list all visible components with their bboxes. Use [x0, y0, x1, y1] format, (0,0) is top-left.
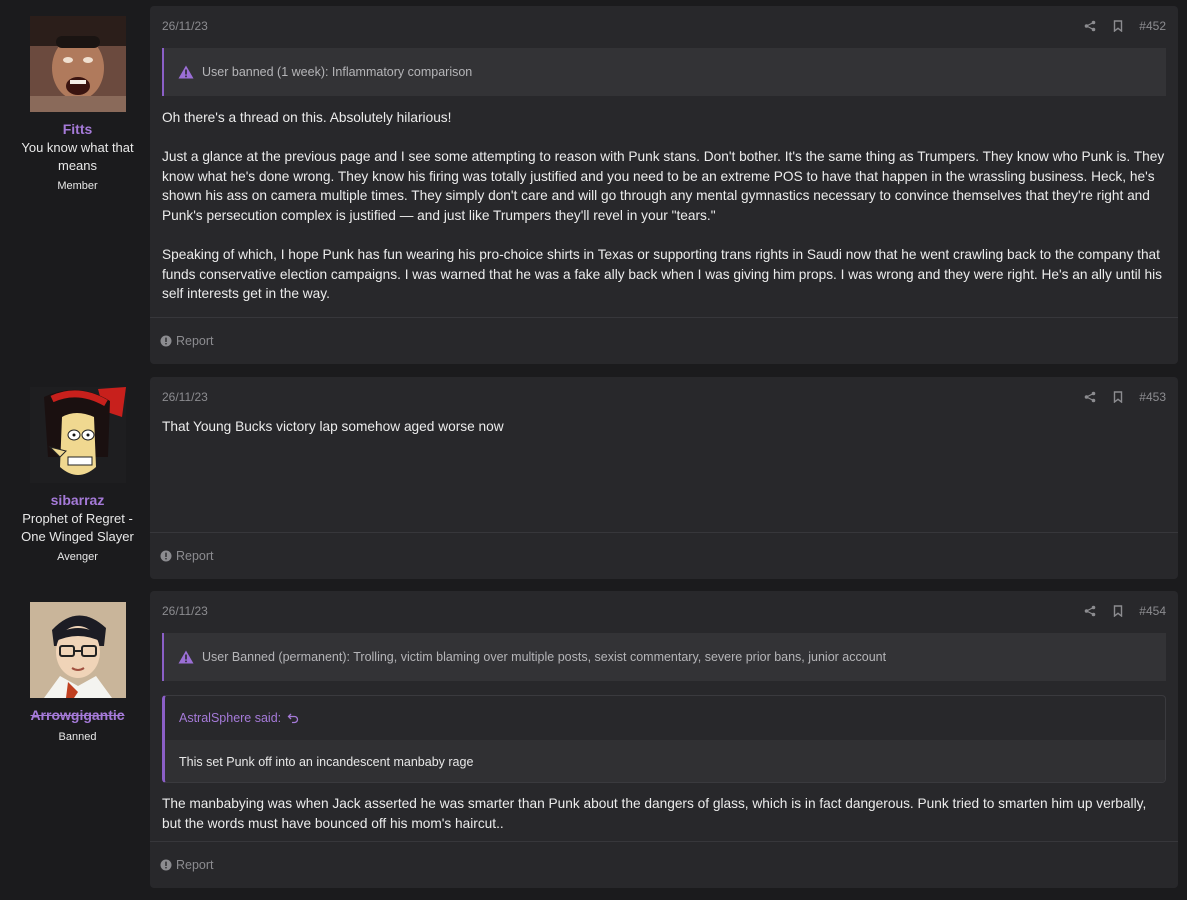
message-paragraph: Oh there's a thread on this. Absolutely …	[162, 110, 452, 125]
report-label: Report	[176, 334, 214, 348]
user-title: You know what that means	[21, 140, 134, 173]
post-date[interactable]: 26/11/23	[162, 390, 208, 404]
report-icon	[160, 335, 172, 347]
message-card: 26/11/23 #454 User Banned (permanent): T…	[150, 591, 1178, 888]
username[interactable]: Arrowgigantic	[0, 707, 155, 723]
bookmark-icon[interactable]	[1111, 390, 1125, 404]
message-paragraph: Just a glance at the previous page and I…	[162, 149, 1165, 223]
post-date[interactable]: 26/11/23	[162, 19, 208, 33]
ban-notice: User banned (1 week): Inflammatory compa…	[162, 48, 1166, 96]
message-body: That Young Bucks victory lap somehow age…	[162, 417, 1166, 437]
report-link[interactable]: Report	[160, 858, 214, 872]
user-role: Member	[57, 180, 98, 192]
message-card: 26/11/23 #453 That Young Bucks victory l…	[150, 377, 1178, 579]
post-453: sibarraz Prophet of Regret - One Winged …	[0, 371, 1187, 585]
message-body: Oh there's a thread on this. Absolutely …	[162, 108, 1166, 304]
message-body: The manbabying was when Jack asserted he…	[162, 794, 1166, 833]
user-title: Prophet of Regret - One Winged Slayer	[21, 511, 134, 544]
ban-notice: User Banned (permanent): Trolling, victi…	[162, 633, 1166, 681]
username[interactable]: sibarraz	[0, 492, 155, 508]
post-actions: #454	[1083, 604, 1166, 618]
post-number[interactable]: #453	[1139, 390, 1166, 404]
avatar-fitts[interactable]	[30, 16, 126, 112]
share-icon[interactable]	[1083, 604, 1097, 618]
share-icon[interactable]	[1083, 19, 1097, 33]
footer-divider	[150, 317, 1178, 318]
report-link[interactable]: Report	[160, 334, 214, 348]
post-454: Arrowgigantic Banned 26/11/23 #454 User …	[0, 586, 1187, 900]
message-paragraph: Speaking of which, I hope Punk has fun w…	[162, 247, 1163, 302]
report-icon	[160, 550, 172, 562]
post-actions: #453	[1083, 390, 1166, 404]
report-label: Report	[176, 549, 214, 563]
bookmark-icon[interactable]	[1111, 604, 1125, 618]
bookmark-icon[interactable]	[1111, 19, 1125, 33]
quote-jump-icon[interactable]	[287, 712, 299, 724]
warning-icon	[178, 65, 194, 79]
quote-block: AstralSphere said: This set Punk off int…	[162, 695, 1166, 783]
message-paragraph: The manbabying was when Jack asserted he…	[162, 796, 1147, 831]
post-date[interactable]: 26/11/23	[162, 604, 208, 618]
post-actions: #452	[1083, 19, 1166, 33]
ban-notice-text: User banned (1 week): Inflammatory compa…	[202, 65, 473, 79]
quote-text: This set Punk off into an incandescent m…	[165, 740, 1165, 782]
footer-divider	[150, 532, 1178, 533]
post-number[interactable]: #454	[1139, 604, 1166, 618]
avatar-sibarraz[interactable]	[30, 387, 126, 483]
post-number[interactable]: #452	[1139, 19, 1166, 33]
quote-header[interactable]: AstralSphere said:	[165, 696, 1165, 740]
ban-notice-text: User Banned (permanent): Trolling, victi…	[202, 650, 887, 664]
user-role: Banned	[58, 731, 97, 743]
message-paragraph: That Young Bucks victory lap somehow age…	[162, 419, 504, 434]
quote-author[interactable]: AstralSphere said:	[179, 711, 281, 725]
avatar-arrowgigantic[interactable]	[30, 602, 126, 698]
warning-icon	[178, 650, 194, 664]
user-role: Avenger	[57, 551, 98, 563]
report-link[interactable]: Report	[160, 549, 214, 563]
post-452: Fitts You know what that means Member 26…	[0, 0, 1187, 370]
share-icon[interactable]	[1083, 390, 1097, 404]
footer-divider	[150, 841, 1178, 842]
report-icon	[160, 859, 172, 871]
message-card: 26/11/23 #452 User banned (1 week): Infl…	[150, 6, 1178, 364]
username[interactable]: Fitts	[0, 121, 155, 137]
report-label: Report	[176, 858, 214, 872]
